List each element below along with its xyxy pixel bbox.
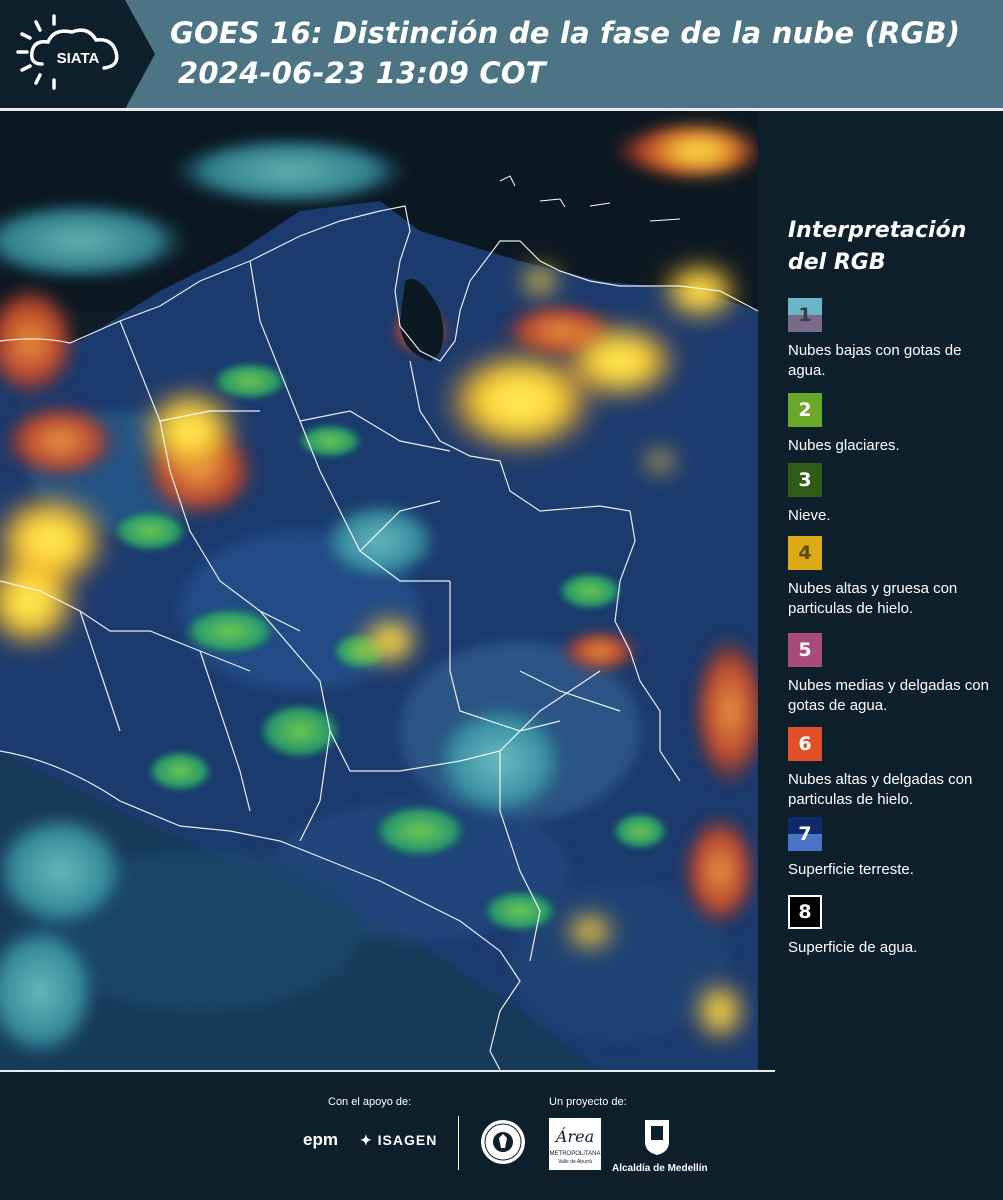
legend-swatch: 5 xyxy=(788,633,822,667)
legend-label: Nieve. xyxy=(788,507,831,524)
legend-swatch: 2 xyxy=(788,393,822,427)
legend-number: 2 xyxy=(798,399,812,421)
svg-text:METROPOLITANA: METROPOLITANA xyxy=(550,1151,601,1157)
legend-panel: Interpretación del RGB 1 Nubes bajas con … xyxy=(760,111,1003,1070)
legend-item: 3 Nieve. xyxy=(788,463,998,526)
legend-number: 5 xyxy=(798,639,812,661)
siata-logo: SIATA xyxy=(0,0,155,109)
seal-logo xyxy=(479,1118,527,1171)
legend-swatch: 3 xyxy=(788,463,822,497)
legend-item: 8 Superficie de agua. xyxy=(788,895,998,958)
legend-label: Nubes bajas con gotas de agua. xyxy=(788,342,962,379)
area-metropolitana-logo: Área METROPOLITANA Valle de Aburrá xyxy=(549,1118,601,1175)
legend-label: Superficie de agua. xyxy=(788,939,918,956)
legend-label: Nubes medias y delgadas con gotas de agu… xyxy=(788,677,989,714)
logo-text: SIATA xyxy=(57,50,100,67)
isagen-star-icon: ✦ xyxy=(360,1132,373,1148)
svg-text:Valle de Aburrá: Valle de Aburrá xyxy=(558,1159,592,1165)
page-title: GOES 16: Distinción de la fase de la nub… xyxy=(170,16,961,50)
legend-number: 8 xyxy=(798,901,812,923)
legend-number: 1 xyxy=(798,304,812,326)
legend-swatch: 8 xyxy=(788,895,822,929)
isagen-logo: ✦ ISAGEN xyxy=(360,1132,437,1149)
legend-swatch: 7 xyxy=(788,817,822,851)
legend-item: 6 Nubes altas y delgadas con particulas d… xyxy=(788,727,998,810)
footer-separator xyxy=(458,1116,459,1170)
legend-label: Nubes altas y delgadas con particulas de… xyxy=(788,771,973,808)
alcaldia-label: Alcaldía de Medellín xyxy=(612,1163,708,1174)
support-label: Con el apoyo de: xyxy=(328,1096,412,1108)
legend-number: 7 xyxy=(798,823,812,845)
satellite-rgb-image xyxy=(0,111,758,1070)
isagen-text: ISAGEN xyxy=(377,1132,438,1148)
legend-label: Nubes altas y gruesa con particulas de h… xyxy=(788,580,958,617)
legend-number: 4 xyxy=(798,542,812,564)
legend-item: 1 Nubes bajas con gotas de agua. xyxy=(788,298,998,381)
epm-logo: epm xyxy=(303,1130,338,1149)
project-label: Un proyecto de: xyxy=(549,1096,627,1108)
legend-swatch: 4 xyxy=(788,536,822,570)
svg-text:Área: Área xyxy=(554,1126,594,1146)
timestamp: 2024-06-23 13:09 COT xyxy=(178,56,546,90)
legend-item: 5 Nubes medias y delgadas con gotas de ag… xyxy=(788,633,998,716)
header: SIATA GOES 16: Distinción de la fase de … xyxy=(0,0,1003,109)
alcaldia-logo: Alcaldía de Medellín xyxy=(612,1118,708,1174)
medellin-shield-icon xyxy=(645,1120,669,1155)
satellite-map xyxy=(0,111,758,1070)
legend-item: 4 Nubes altas y gruesa con particulas de … xyxy=(788,536,998,619)
legend-title-line2: del RGB xyxy=(788,250,886,275)
legend-title: Interpretación del RGB xyxy=(788,215,998,279)
legend-label: Nubes glaciares. xyxy=(788,437,900,454)
footer-divider xyxy=(0,1070,775,1072)
legend-number: 3 xyxy=(798,469,812,491)
legend-title-line1: Interpretación xyxy=(788,218,967,243)
legend-number: 6 xyxy=(798,733,812,755)
legend-item: 2 Nubes glaciares. xyxy=(788,393,998,456)
legend-label: Superficie terreste. xyxy=(788,861,914,878)
footer: Con el apoyo de: Un proyecto de: epm ✦ I… xyxy=(0,1070,1003,1200)
legend-swatch: 6 xyxy=(788,727,822,761)
legend-swatch: 1 xyxy=(788,298,822,332)
legend-item: 7 Superficie terreste. xyxy=(788,817,998,880)
